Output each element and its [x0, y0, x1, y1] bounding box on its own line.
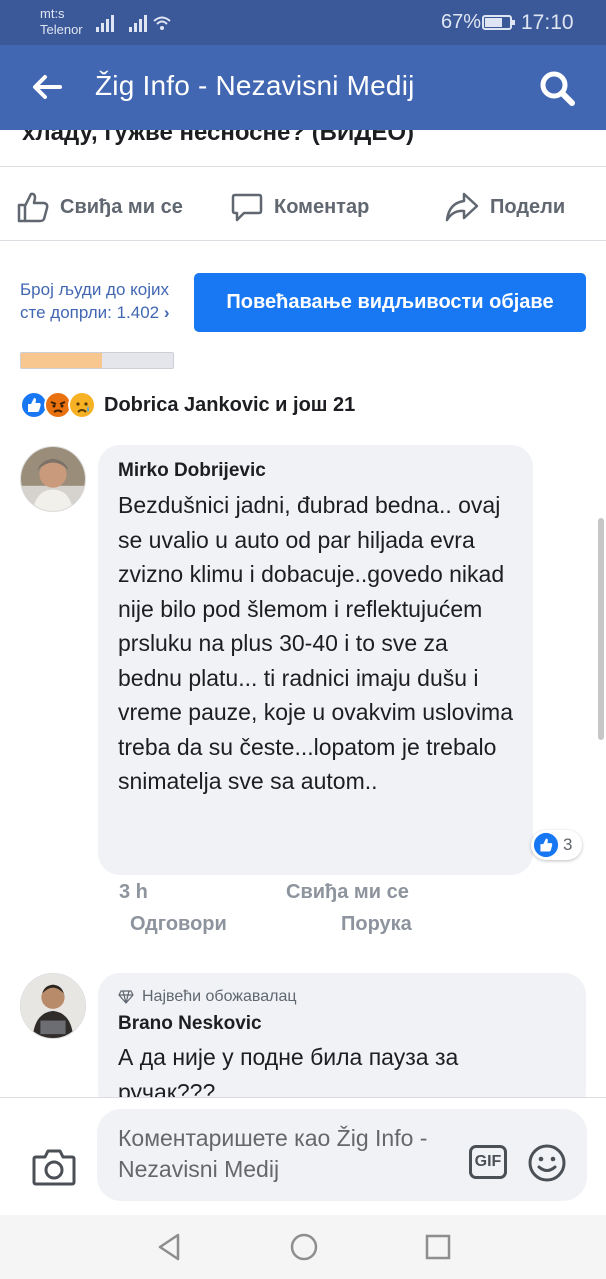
- reach-progress-bar: [20, 352, 174, 369]
- scrollbar[interactable]: [598, 518, 604, 740]
- like-button[interactable]: Свиђа ми се: [16, 187, 183, 227]
- boost-post-button[interactable]: Повећавање видљивости објаве: [194, 273, 586, 332]
- comment-placeholder: Коментаришете као Žig Info - Nezavisni M…: [118, 1125, 428, 1182]
- carrier-info: mt:s Telenor: [40, 6, 83, 38]
- comment-button[interactable]: Коментар: [230, 187, 369, 227]
- camera-icon[interactable]: [32, 1147, 76, 1187]
- comment-input[interactable]: Коментаришете као Žig Info - Nezavisni M…: [97, 1109, 587, 1201]
- post-actions: Свиђа ми се Коментар Подели: [0, 175, 606, 239]
- divider: [0, 240, 606, 241]
- share-button[interactable]: Подели: [444, 187, 565, 227]
- clock: 17:10: [521, 11, 574, 34]
- like-icon: [533, 832, 559, 858]
- signal-icon: [96, 15, 171, 32]
- divider: [0, 166, 606, 167]
- back-arrow-icon[interactable]: [30, 70, 64, 104]
- badge-label: Највећи обожавалац: [142, 988, 297, 1005]
- comment-like-count[interactable]: 3: [531, 830, 583, 860]
- like-count-value: 3: [563, 835, 573, 854]
- reach-label: Број људи до којих сте допрли: 1.402: [20, 280, 169, 322]
- share-icon: [445, 192, 479, 222]
- reactions-names: Dobrica Jankovic и још 21: [104, 393, 356, 416]
- carrier-operator: Telenor: [40, 22, 83, 37]
- reactions-summary[interactable]: Dobrica Jankovic и још 21: [20, 389, 355, 421]
- emoji-icon[interactable]: [527, 1143, 567, 1183]
- avatar[interactable]: [20, 973, 86, 1039]
- comment-label: Коментар: [274, 195, 370, 218]
- battery-percent: 67%: [441, 11, 482, 33]
- system-navigation-bar: [0, 1215, 606, 1279]
- sad-icon: [68, 391, 96, 419]
- like-label: Свиђа ми се: [60, 195, 183, 218]
- comment-author[interactable]: Mirko Dobrijevic: [118, 460, 266, 482]
- comment-message-button[interactable]: Порука: [341, 913, 412, 936]
- nav-recents-icon[interactable]: [425, 1234, 451, 1260]
- nav-back-icon[interactable]: [156, 1232, 182, 1262]
- comment-bubble[interactable]: Mirko Dobrijevic Bezdušnici jadni, đubra…: [98, 445, 533, 875]
- reach-link[interactable]: Број људи до којих сте допрли: 1.402 ›: [20, 278, 180, 324]
- status-bar: mt:s Telenor 67% 17:10: [0, 0, 606, 45]
- chevron-right-icon: ›: [163, 303, 170, 322]
- carrier-name: mt:s: [40, 6, 65, 21]
- battery-icon: [482, 15, 515, 30]
- nav-home-icon[interactable]: [289, 1232, 319, 1262]
- page-title: Žig Info - Nezavisni Medij: [95, 70, 415, 101]
- search-icon[interactable]: [538, 69, 576, 107]
- gif-label: GIF: [474, 1153, 502, 1170]
- top-fan-badge: Највећи обожавалац: [118, 988, 297, 1006]
- comment-icon: [231, 193, 263, 222]
- comment-bubble[interactable]: Највећи обожавалац Brano Neskovic А да н…: [98, 973, 586, 1113]
- gif-button[interactable]: GIF: [469, 1145, 507, 1179]
- comment-time: 3 h: [119, 881, 148, 903]
- share-label: Подели: [490, 195, 566, 218]
- top-bar: Žig Info - Nezavisni Medij: [0, 45, 606, 130]
- post-title: хладу, гужве несносне? (ВИДЕО): [22, 130, 415, 146]
- avatar[interactable]: [20, 446, 86, 512]
- comment-text: Bezdušnici jadni, đubrad bedna.. ovaj se…: [118, 492, 513, 794]
- comment-like-button[interactable]: Свиђа ми се: [286, 881, 409, 904]
- comment-reply-button[interactable]: Одговори: [130, 913, 227, 936]
- comment-composer: Коментаришете као Žig Info - Nezavisni M…: [0, 1097, 606, 1215]
- thumbs-up-icon: [17, 192, 49, 223]
- post-title-container: хладу, гужве несносне? (ВИДЕО): [0, 130, 606, 165]
- comment-author[interactable]: Brano Neskovic: [118, 1013, 262, 1035]
- diamond-icon: [118, 990, 134, 1004]
